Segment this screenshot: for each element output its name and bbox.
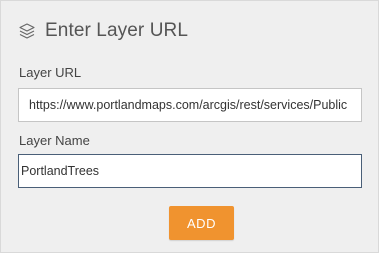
layer-url-label: Layer URL	[19, 65, 82, 80]
layer-url-input[interactable]	[18, 88, 362, 122]
panel-header: Enter Layer URL	[18, 19, 188, 43]
enter-layer-url-panel: Enter Layer URL Layer URL Layer Name ADD	[0, 0, 379, 253]
layer-name-label: Layer Name	[19, 133, 90, 148]
layer-name-input[interactable]	[18, 154, 362, 188]
add-button[interactable]: ADD	[169, 206, 234, 240]
panel-title: Enter Layer URL	[45, 20, 189, 41]
layers-icon	[18, 22, 36, 40]
